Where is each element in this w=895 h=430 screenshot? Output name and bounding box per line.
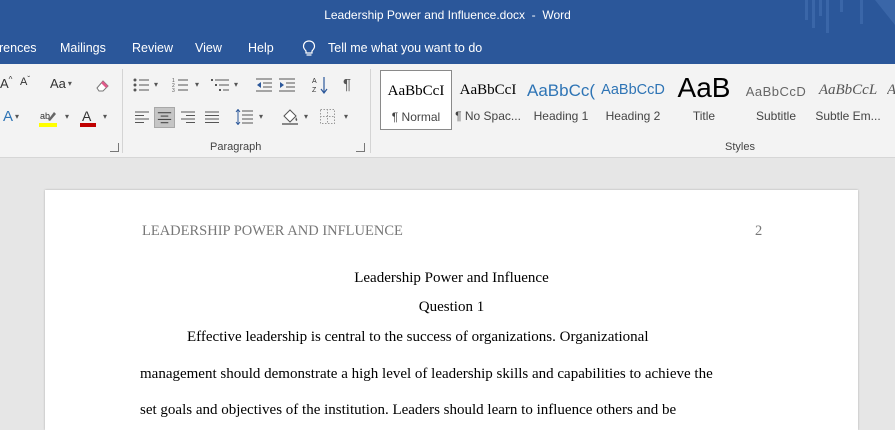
grow-font-label: A (0, 76, 9, 91)
style-sample: AaBbCcI (387, 83, 445, 99)
styles-group-label: Styles (725, 141, 755, 153)
paragraph-line[interactable]: set goals and objectives of the institut… (140, 402, 676, 419)
group-divider (122, 69, 123, 153)
paragraph-line[interactable]: Effective leadership is central to the s… (187, 329, 649, 346)
question-heading[interactable]: Question 1 (45, 299, 858, 316)
shrink-font-button[interactable]: Aˇ (20, 74, 31, 89)
style-sample: AaBbCc( (526, 81, 596, 100)
change-case-label: Aa (50, 76, 66, 91)
lightbulb-icon (302, 40, 316, 56)
style-normal[interactable]: AaBbCcI ¶ Normal (380, 70, 452, 130)
chevron-down-icon[interactable]: ▾ (65, 112, 69, 121)
bullets-icon[interactable] (133, 78, 149, 92)
style-title[interactable]: AaB Title (669, 70, 739, 128)
justify-icon[interactable] (202, 107, 222, 127)
style-heading-2[interactable]: AaBbCcD Heading 2 (598, 70, 668, 128)
change-case-button[interactable]: Aa ▾ (50, 76, 72, 91)
paragraph-line[interactable]: management should demonstrate a high lev… (140, 366, 713, 383)
style-name: Heading 1 (533, 109, 589, 123)
multilevel-list-icon[interactable] (211, 78, 229, 92)
sort-icon[interactable]: A Z (312, 76, 328, 94)
tab-mailings[interactable]: Mailings (60, 41, 106, 55)
ribbon-tabs: rences Mailings Review View Help Tell me… (0, 33, 895, 64)
grow-font-button[interactable]: A ^ (0, 75, 13, 91)
font-dialog-launcher-icon[interactable] (110, 143, 119, 152)
style-name: Subtle Em... (815, 109, 881, 123)
font-color-icon[interactable]: A (79, 108, 97, 128)
align-center-icon (157, 112, 172, 124)
style-name: ¶ No Spac... (455, 109, 521, 123)
increase-indent-icon[interactable] (279, 78, 295, 92)
chevron-down-icon[interactable]: ▾ (234, 80, 238, 89)
chevron-down-icon: ▾ (67, 79, 72, 88)
tab-help[interactable]: Help (248, 41, 274, 55)
title-bar: Leadership Power and Influence.docx - Wo… (0, 0, 895, 33)
numbering-icon[interactable]: 123 (172, 78, 188, 92)
running-header[interactable]: LEADERSHIP POWER AND INFLUENCE (142, 223, 403, 240)
style-sample: AaBbCcD (745, 84, 807, 99)
style-sample: AaBbCcI (459, 82, 517, 98)
style-sample: A (887, 82, 895, 99)
style-emphasis[interactable]: A (884, 70, 895, 128)
chevron-down-icon: ▾ (15, 112, 20, 121)
text-effects-label: A (3, 108, 14, 125)
style-sample: AaBbCcD (601, 82, 665, 98)
chevron-down-icon[interactable]: ▾ (259, 112, 263, 121)
window-title: Leadership Power and Influence.docx - Wo… (324, 8, 571, 22)
clear-formatting-icon[interactable] (94, 78, 112, 94)
style-name: Subtitle (755, 109, 797, 123)
style-name: ¶ Normal (391, 110, 441, 124)
align-left-icon[interactable] (132, 107, 152, 127)
svg-text:A: A (82, 108, 92, 124)
tell-me-search[interactable]: Tell me what you want to do (328, 41, 482, 55)
document-page[interactable]: LEADERSHIP POWER AND INFLUENCE 2 Leaders… (45, 190, 858, 430)
shrink-font-label: A (20, 76, 28, 88)
grow-font-arrow-icon: ^ (8, 75, 13, 84)
page-number: 2 (755, 223, 763, 239)
style-name: Title (692, 109, 716, 123)
chevron-down-icon[interactable]: ▾ (304, 112, 308, 121)
style-sample: AaB (677, 72, 731, 103)
group-divider (370, 69, 371, 153)
tab-review[interactable]: Review (132, 41, 173, 55)
svg-text:A: A (312, 78, 317, 85)
svg-text:Z: Z (312, 87, 317, 94)
chevron-down-icon[interactable]: ▾ (344, 112, 348, 121)
title-bar-pattern-icon (805, 0, 895, 33)
borders-icon[interactable] (320, 109, 335, 124)
align-right-icon[interactable] (178, 107, 198, 127)
chevron-down-icon[interactable]: ▾ (154, 80, 158, 89)
paragraph-dialog-launcher-icon[interactable] (356, 143, 365, 152)
chevron-down-icon[interactable]: ▾ (103, 112, 107, 121)
pilcrow-icon[interactable]: ¶ (343, 76, 351, 93)
shading-icon[interactable] (281, 108, 299, 126)
chevron-down-icon[interactable]: ▾ (195, 80, 199, 89)
document-title[interactable]: Leadership Power and Influence (45, 270, 858, 287)
text-effects-button[interactable]: A ▾ (3, 108, 19, 125)
decrease-indent-icon[interactable] (256, 78, 272, 92)
svg-text:3: 3 (172, 88, 175, 92)
line-spacing-icon[interactable] (235, 109, 253, 125)
style-heading-1[interactable]: AaBbCc( Heading 1 (526, 70, 596, 128)
style-sample: AaBbCcL (818, 82, 878, 98)
style-no-spacing[interactable]: AaBbCcI ¶ No Spac... (453, 70, 523, 128)
highlight-color-icon[interactable]: ab (38, 109, 60, 129)
paragraph-group-label: Paragraph (210, 141, 262, 153)
style-subtle-emphasis[interactable]: AaBbCcL Subtle Em... (813, 70, 883, 128)
tab-references[interactable]: rences (0, 41, 37, 55)
style-subtitle[interactable]: AaBbCcD Subtitle (741, 70, 811, 128)
shrink-font-arrow-icon: ˇ (27, 74, 31, 84)
align-center-button[interactable] (154, 107, 175, 128)
tab-view[interactable]: View (195, 41, 222, 55)
style-name: Heading 2 (605, 109, 661, 123)
ribbon: A ^ Aˇ Aa ▾ A ▾ ab ▾ A ▾ ▾ 123 ▾ ▾ A Z ¶… (0, 64, 895, 158)
